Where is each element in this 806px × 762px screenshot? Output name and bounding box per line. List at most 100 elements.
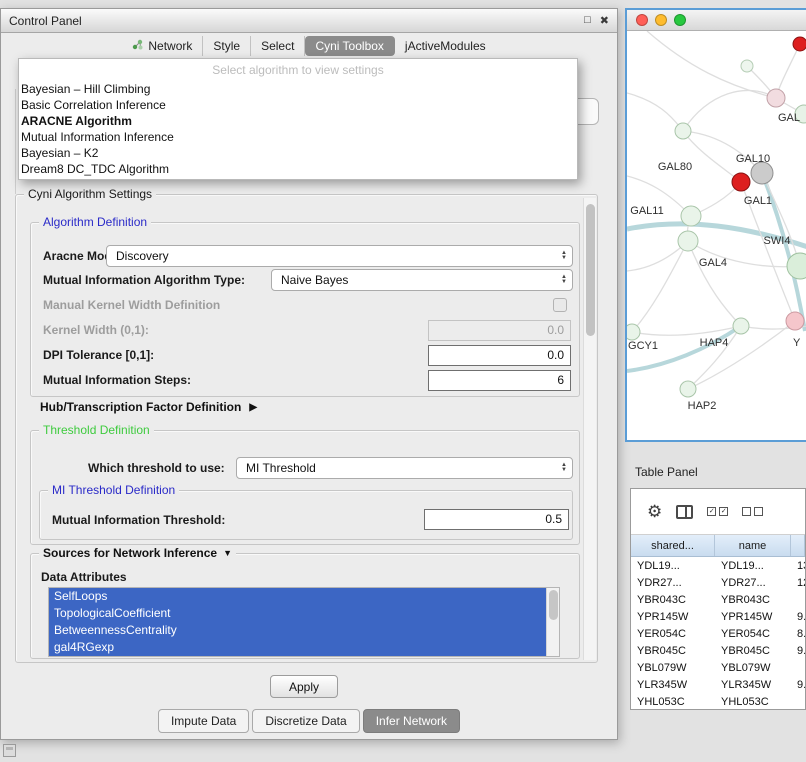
mi-threshold-field[interactable]: 0.5: [424, 509, 569, 530]
tab-label: Cyni Toolbox: [315, 39, 383, 53]
show-columns-icon[interactable]: [676, 505, 693, 519]
bottom-tab-impute-data[interactable]: Impute Data: [158, 709, 249, 733]
table-cell: YER054C: [715, 628, 791, 640]
table-row[interactable]: YPR145WYPR145W9.: [631, 608, 805, 625]
float-window-icon[interactable]: □: [584, 14, 591, 27]
network-node-label: SWI4: [764, 235, 791, 247]
node-red-top-right[interactable]: [793, 37, 806, 51]
dpi-tolerance-field[interactable]: 0.0: [428, 345, 571, 366]
node-gcy1[interactable]: [627, 324, 640, 340]
table-row[interactable]: YDL19...YDL19...13: [631, 557, 805, 574]
node-pink-top[interactable]: [767, 89, 785, 107]
table-cell: YBR045C: [715, 645, 791, 657]
mi-algorithm-type-select[interactable]: Naive Bayes ▲▼: [271, 269, 573, 291]
tab-network[interactable]: Network: [122, 36, 203, 56]
kernel-width-field[interactable]: 0.0: [428, 320, 571, 341]
network-node-label: GAL1: [744, 195, 772, 207]
aracne-mode-select[interactable]: Discovery ▲▼: [106, 245, 573, 267]
network-canvas[interactable]: GAL80GAL10GAL11GAL1SWI4GAL4GCY1HAP4HAP2G…: [627, 31, 806, 440]
table-row[interactable]: YER054CYER054C8.: [631, 625, 805, 642]
node-gal11[interactable]: [681, 206, 701, 226]
tab-style[interactable]: Style: [203, 36, 251, 56]
combo-arrows-icon: ▲▼: [561, 275, 567, 285]
table-body: YDL19...YDL19...13YDR27...YDR27...12YBR0…: [631, 557, 805, 710]
mi-steps-field[interactable]: 6: [428, 370, 571, 391]
mi-algorithm-type-label: Mutual Information Algorithm Type:: [43, 273, 245, 287]
bottom-tab-infer-network[interactable]: Infer Network: [363, 709, 460, 733]
zoom-button[interactable]: [674, 14, 686, 26]
node-gal10-gray[interactable]: [751, 162, 773, 184]
attribute-item-selfloops[interactable]: SelfLoops: [49, 588, 546, 605]
column-header-name[interactable]: name: [715, 535, 791, 556]
settings-scrollbar[interactable]: [583, 198, 596, 660]
network-graph[interactable]: GAL80GAL10GAL11GAL1SWI4GAL4GCY1HAP4HAP2G…: [627, 31, 806, 440]
table-row[interactable]: YBL079WYBL079W: [631, 659, 805, 676]
node-red-selected[interactable]: [732, 173, 750, 191]
select-all-icon[interactable]: ✓ ✓: [707, 507, 728, 516]
bottom-tab-discretize-data[interactable]: Discretize Data: [252, 709, 359, 733]
algorithm-dropdown-popup: Select algorithm to view settings Bayesi…: [18, 58, 578, 180]
network-edge: [683, 90, 776, 131]
scrollbar-thumb[interactable]: [586, 204, 595, 336]
node-pink-right[interactable]: [786, 312, 804, 330]
threshold-definition-fieldset: Threshold Definition Which threshold to …: [30, 430, 580, 545]
tab-label: Network: [148, 39, 192, 53]
close-button[interactable]: [636, 14, 648, 26]
dock-panel-icon[interactable]: [3, 744, 16, 757]
table-row[interactable]: YHL053CYHL053C: [631, 693, 805, 710]
table-cell: 9.: [791, 611, 805, 623]
network-view-window: GAL80GAL10GAL11GAL1SWI4GAL4GCY1HAP4HAP2G…: [625, 8, 806, 442]
algorithm-option-mutual-information-inference[interactable]: Mutual Information Inference: [19, 129, 577, 145]
table-cell: 9.: [791, 645, 805, 657]
node-hap2[interactable]: [680, 381, 696, 397]
column-header-shared-[interactable]: shared...: [631, 535, 715, 556]
attributes-list-scrollbar[interactable]: [546, 588, 559, 656]
algorithm-definition-fieldset: Algorithm Definition Aracne Mode: Discov…: [30, 222, 580, 397]
node-gal4[interactable]: [678, 231, 698, 251]
algorithm-option-basic-correlation-inference[interactable]: Basic Correlation Inference: [19, 97, 577, 113]
table-row[interactable]: YBR045CYBR045C9.: [631, 642, 805, 659]
algorithm-option-aracne-algorithm[interactable]: ARACNE Algorithm: [19, 113, 577, 129]
attribute-item-gal4rgexp[interactable]: gal4RGexp: [49, 639, 546, 656]
node-mid-green[interactable]: [733, 318, 749, 334]
column-header-2[interactable]: [791, 535, 805, 556]
table-row[interactable]: YLR345WYLR345W9.: [631, 676, 805, 693]
sources-group-title-row[interactable]: Sources for Network Inference ▼: [39, 546, 236, 560]
control-panel-titlebar[interactable]: Control Panel □ ✖: [1, 9, 617, 33]
deselect-all-icon[interactable]: [742, 507, 763, 516]
algorithm-option-bayesian-hill-climbing[interactable]: Bayesian – Hill Climbing: [19, 81, 577, 97]
tab-select[interactable]: Select: [251, 36, 305, 56]
table-row[interactable]: YBR043CYBR043C: [631, 591, 805, 608]
network-node-label: GCY1: [628, 340, 658, 352]
gear-icon[interactable]: ⚙: [647, 503, 662, 520]
tab-cyni-toolbox[interactable]: Cyni Toolbox: [305, 36, 394, 56]
network-node-label: GAL10: [736, 153, 770, 165]
table-cell: YHL053C: [631, 696, 715, 708]
sources-group: Sources for Network Inference ▼ Data Att…: [30, 553, 580, 659]
algorithm-definition-title: Algorithm Definition: [39, 215, 151, 229]
combo-arrows-icon: ▲▼: [561, 251, 567, 261]
bottom-tabbar: Impute DataDiscretize DataInfer Network: [1, 709, 617, 733]
node-green-top[interactable]: [675, 123, 691, 139]
aracne-mode-value: Discovery: [116, 249, 557, 263]
algorithm-option-bayesian-k2[interactable]: Bayesian – K2: [19, 145, 577, 161]
manual-kernel-width-checkbox[interactable]: [553, 298, 567, 312]
hub-transcription-factor-section[interactable]: Hub/Transcription Factor Definition ▶: [40, 400, 257, 414]
node-small-green[interactable]: [741, 60, 753, 72]
network-node-label: Y: [793, 337, 801, 349]
close-window-icon[interactable]: ✖: [600, 14, 609, 27]
network-tab-icon: [132, 39, 143, 53]
table-cell: YBL079W: [631, 662, 715, 674]
tab-jactivemodules[interactable]: jActiveModules: [395, 36, 496, 56]
network-window-titlebar[interactable]: [627, 10, 806, 31]
apply-button[interactable]: Apply: [270, 675, 338, 698]
which-threshold-select[interactable]: MI Threshold ▲▼: [236, 457, 573, 479]
minimize-button[interactable]: [655, 14, 667, 26]
table-cell: YBL079W: [715, 662, 791, 674]
algorithm-option-dream8-dc-tdc-algorithm[interactable]: Dream8 DC_TDC Algorithm: [19, 161, 577, 177]
table-row[interactable]: YDR27...YDR27...12: [631, 574, 805, 591]
attribute-item-betweennesscentrality[interactable]: BetweennessCentrality: [49, 622, 546, 639]
scrollbar-thumb[interactable]: [549, 590, 558, 620]
attribute-item-topologicalcoefficient[interactable]: TopologicalCoefficient: [49, 605, 546, 622]
network-edge: [632, 326, 741, 335]
